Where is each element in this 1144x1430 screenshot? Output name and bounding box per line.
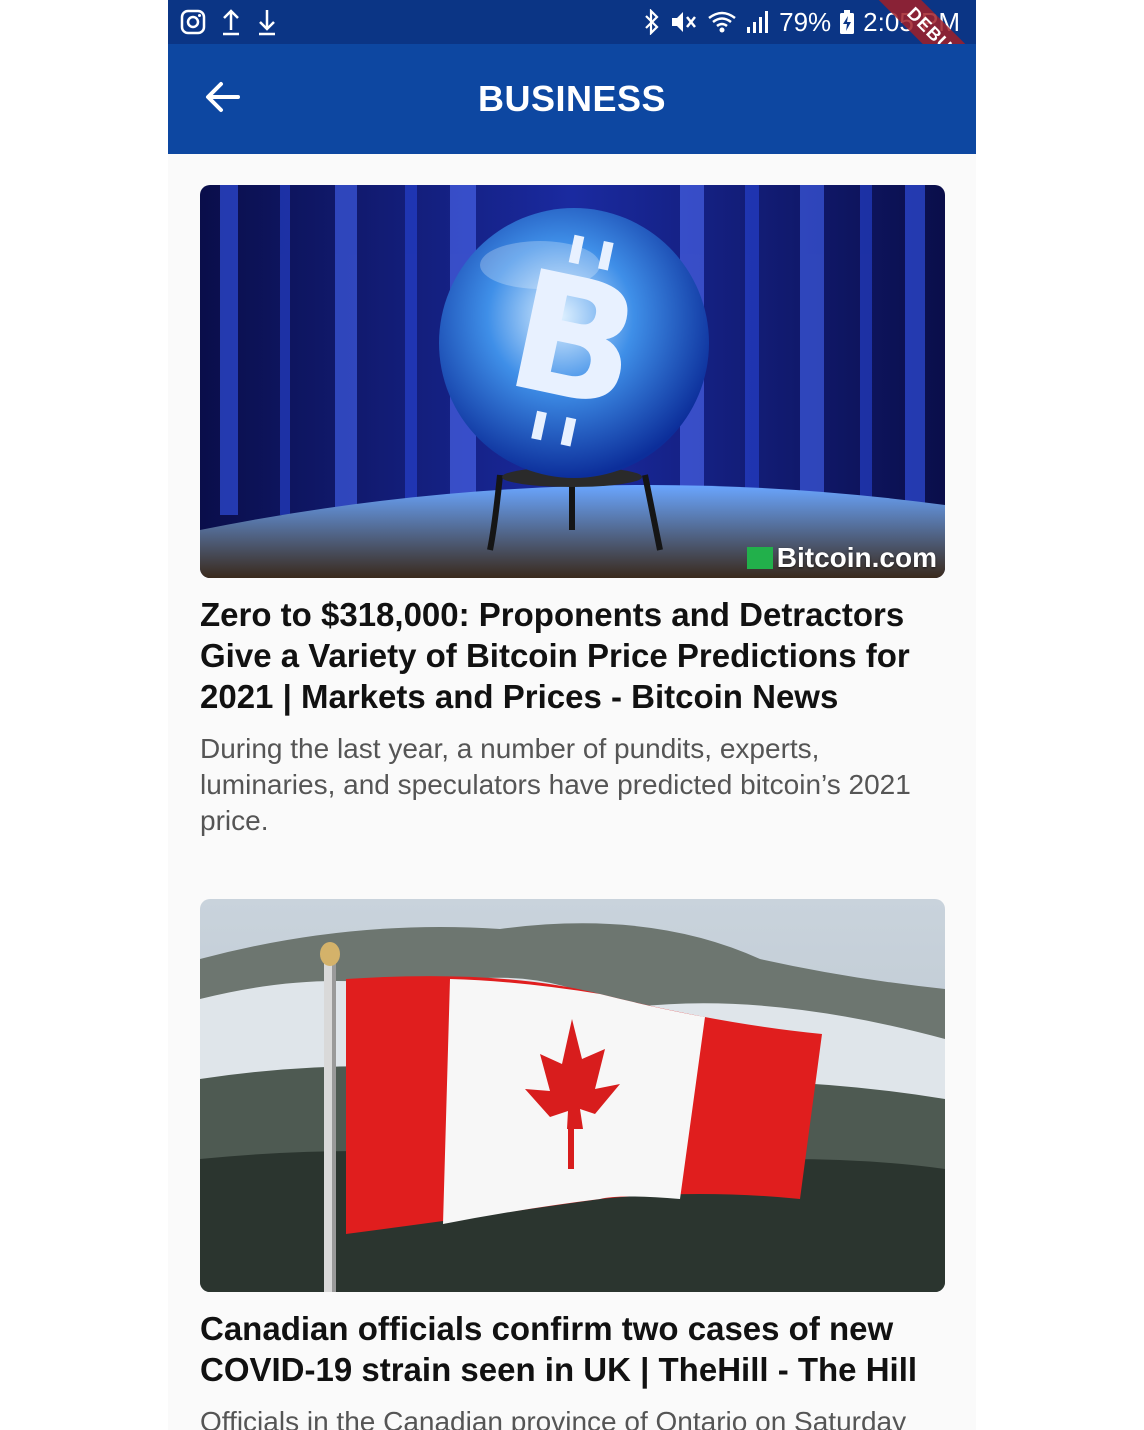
article-description: During the last year, a number of pundit… — [200, 733, 911, 836]
article-title[interactable]: Canadian officials confirm two cases of … — [200, 1308, 945, 1390]
download-icon — [256, 8, 278, 36]
battery-percent: 79% — [779, 6, 832, 37]
app-bar: BUSINESS — [168, 44, 976, 154]
status-bar-left — [168, 8, 278, 36]
bitcoin-com-logo-icon — [746, 547, 773, 569]
instagram-icon — [180, 9, 206, 35]
article-title[interactable]: Zero to $318,000: Proponents and Detract… — [200, 594, 945, 717]
article-list: B Bitcoin.com Zero to $318,000: Proponen… — [200, 185, 945, 1430]
article-description: Officials in the Canadian province of On… — [200, 1406, 907, 1430]
upload-icon — [220, 8, 242, 36]
phone-screen: 79% 2:05 PM DEBUG BUSINESS — [168, 0, 976, 1430]
article-card[interactable]: Canadian officials confirm two cases of … — [200, 899, 945, 1430]
article-image: B Bitcoin.com — [200, 185, 945, 578]
battery-charging-icon — [839, 9, 855, 35]
image-watermark: Bitcoin.com — [746, 542, 937, 574]
article-image — [200, 899, 945, 1292]
wifi-icon — [707, 9, 737, 35]
signal-icon — [745, 9, 771, 35]
article-card[interactable]: B Bitcoin.com Zero to $318,000: Proponen… — [200, 185, 945, 839]
arrow-left-icon — [205, 81, 241, 118]
back-button[interactable] — [192, 68, 254, 130]
status-bar: 79% 2:05 PM DEBUG — [168, 0, 976, 106]
page-title: BUSINESS — [477, 78, 667, 119]
bluetooth-icon — [643, 9, 661, 35]
mute-icon — [669, 9, 699, 35]
